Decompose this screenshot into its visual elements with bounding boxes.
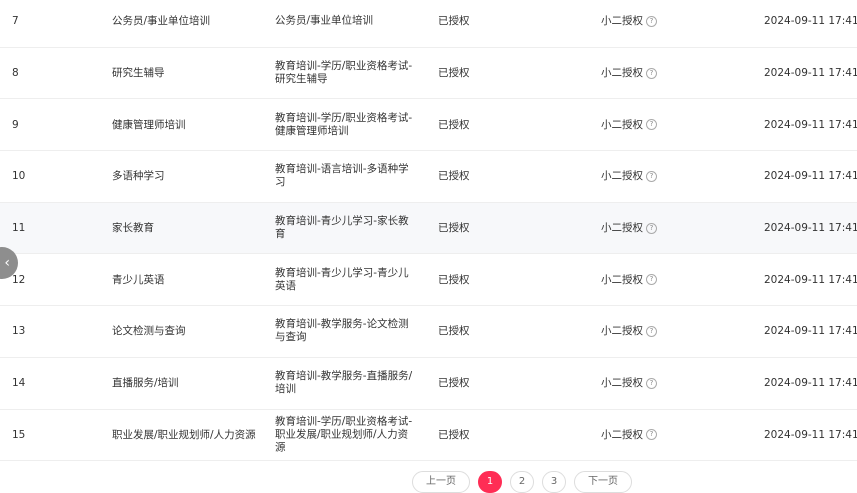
status-text: 已授权 <box>438 273 470 286</box>
auth-type-label: 小二授权 <box>601 377 643 390</box>
category-path: 教育培训-学历/职业资格考试-健康管理师培训 <box>275 111 413 137</box>
auth-time: 2024-09-11 17:41:1 <box>764 118 857 131</box>
category-path: 教育培训-青少儿学习-家长教育 <box>275 215 409 241</box>
category-name: 职业发展/职业规划师/人力资源 <box>112 428 256 441</box>
auth-type: 小二授权? <box>601 324 657 338</box>
category-name: 公务员/事业单位培训 <box>112 15 211 28</box>
status-text: 已授权 <box>438 325 470 338</box>
help-icon[interactable]: ? <box>646 429 657 441</box>
table-row: 10 多语种学习 教育培训-语言培训-多语种学习 已授权 小二授权? 2024-09-11… <box>0 151 857 203</box>
category-name: 多语种学习 <box>112 170 165 183</box>
category-path: 教育培训-学历/职业资格考试-研究生辅导 <box>275 60 413 86</box>
row-number: 12 <box>12 273 26 286</box>
category-path: 教育培训-学历/职业资格考试-职业发展/职业规划师/人力资源 <box>275 415 413 454</box>
auth-time: 2024-09-11 17:41:1 <box>764 428 857 441</box>
auth-time: 2024-09-11 17:41:1 <box>764 222 857 235</box>
table-row: 8 研究生辅导 教育培训-学历/职业资格考试-研究生辅导 已授权 小二授权? 2024-0… <box>0 48 857 100</box>
auth-type-label: 小二授权 <box>601 118 643 131</box>
row-number: 14 <box>12 377 26 390</box>
auth-type: 小二授权? <box>601 14 657 28</box>
auth-type: 小二授权? <box>601 169 657 183</box>
status-text: 已授权 <box>438 118 470 131</box>
table-row: 12 青少儿英语 教育培训-青少儿学习-青少儿英语 已授权 小二授权? 2024-09-1… <box>0 254 857 307</box>
row-number: 11 <box>12 222 26 235</box>
authorization-table: 7 公务员/事业单位培训 公务员/事业单位培训 已授权 小二授权? 2024-09-11 … <box>0 0 857 462</box>
status-text: 已授权 <box>438 428 470 441</box>
next-page-button[interactable]: 下一页 <box>574 471 632 493</box>
category-name: 健康管理师培训 <box>112 118 186 131</box>
auth-time: 2024-09-11 17:41:1 <box>764 67 857 80</box>
auth-time: 2024-09-11 17:41:1 <box>764 15 857 28</box>
chevron-left-icon: ‹ <box>4 255 10 271</box>
category-name: 家长教育 <box>112 222 154 235</box>
table-row: 13 论文检测与查询 教育培训-教学服务-论文检测与查询 已授权 小二授权? 2024-0… <box>0 306 857 358</box>
auth-type: 小二授权? <box>601 221 657 235</box>
category-path: 教育培训-教学服务-直播服务/培训 <box>275 370 413 396</box>
page-1-button[interactable]: 1 <box>478 471 502 493</box>
category-name: 青少儿英语 <box>112 273 165 286</box>
auth-type-label: 小二授权 <box>601 325 643 338</box>
auth-type: 小二授权? <box>601 118 657 132</box>
auth-type-label: 小二授权 <box>601 15 643 28</box>
auth-type: 小二授权? <box>601 273 657 287</box>
help-icon[interactable]: ? <box>646 67 657 79</box>
category-path: 教育培训-语言培训-多语种学习 <box>275 163 409 189</box>
auth-type-label: 小二授权 <box>601 67 643 80</box>
category-path: 公务员/事业单位培训 <box>275 14 374 27</box>
help-icon[interactable]: ? <box>646 170 657 182</box>
row-number: 9 <box>12 118 19 131</box>
table-row: 14 直播服务/培训 教育培训-教学服务-直播服务/培训 已授权 小二授权? 2024-0… <box>0 358 857 410</box>
row-number: 10 <box>12 170 26 183</box>
auth-type: 小二授权? <box>601 66 657 80</box>
auth-type-label: 小二授权 <box>601 170 643 183</box>
table-row: 7 公务员/事业单位培训 公务员/事业单位培训 已授权 小二授权? 2024-09-11 … <box>0 0 857 48</box>
table-row: 11 家长教育 教育培训-青少儿学习-家长教育 已授权 小二授权? 2024-09-11 … <box>0 202 857 255</box>
category-path: 教育培训-青少儿学习-青少儿英语 <box>275 266 409 292</box>
page-2-button[interactable]: 2 <box>510 471 534 493</box>
category-name: 研究生辅导 <box>112 67 165 80</box>
table-row: 15 职业发展/职业规划师/人力资源 教育培训-学历/职业资格考试-职业发展/职业规… <box>0 410 857 462</box>
auth-time: 2024-09-11 17:41:1 <box>764 325 857 338</box>
status-text: 已授权 <box>438 170 470 183</box>
status-text: 已授权 <box>438 67 470 80</box>
auth-type-label: 小二授权 <box>601 222 643 235</box>
help-icon[interactable]: ? <box>646 325 657 337</box>
auth-time: 2024-09-11 17:41:1 <box>764 377 857 390</box>
table-row: 9 健康管理师培训 教育培训-学历/职业资格考试-健康管理师培训 已授权 小二授权? 20… <box>0 99 857 152</box>
status-text: 已授权 <box>438 222 470 235</box>
row-number: 15 <box>12 428 26 441</box>
help-icon[interactable]: ? <box>646 377 657 389</box>
row-number: 13 <box>12 325 26 338</box>
pagination: 上一页 1 2 3 下一页 <box>0 471 857 493</box>
auth-time: 2024-09-11 17:41:1 <box>764 273 857 286</box>
help-icon[interactable]: ? <box>646 15 657 27</box>
status-text: 已授权 <box>438 15 470 28</box>
row-number: 7 <box>12 15 19 28</box>
auth-type-label: 小二授权 <box>601 273 643 286</box>
help-icon[interactable]: ? <box>646 119 657 131</box>
category-name: 直播服务/培训 <box>112 377 179 390</box>
auth-time: 2024-09-11 17:41:1 <box>764 170 857 183</box>
page-3-button[interactable]: 3 <box>542 471 566 493</box>
category-name: 论文检测与查询 <box>112 325 186 338</box>
category-path: 教育培训-教学服务-论文检测与查询 <box>275 318 409 344</box>
auth-type-label: 小二授权 <box>601 428 643 441</box>
help-icon[interactable]: ? <box>646 222 657 234</box>
row-number: 8 <box>12 67 19 80</box>
auth-type: 小二授权? <box>601 428 657 442</box>
auth-type: 小二授权? <box>601 376 657 390</box>
status-text: 已授权 <box>438 377 470 390</box>
prev-page-button[interactable]: 上一页 <box>412 471 470 493</box>
help-icon[interactable]: ? <box>646 274 657 286</box>
